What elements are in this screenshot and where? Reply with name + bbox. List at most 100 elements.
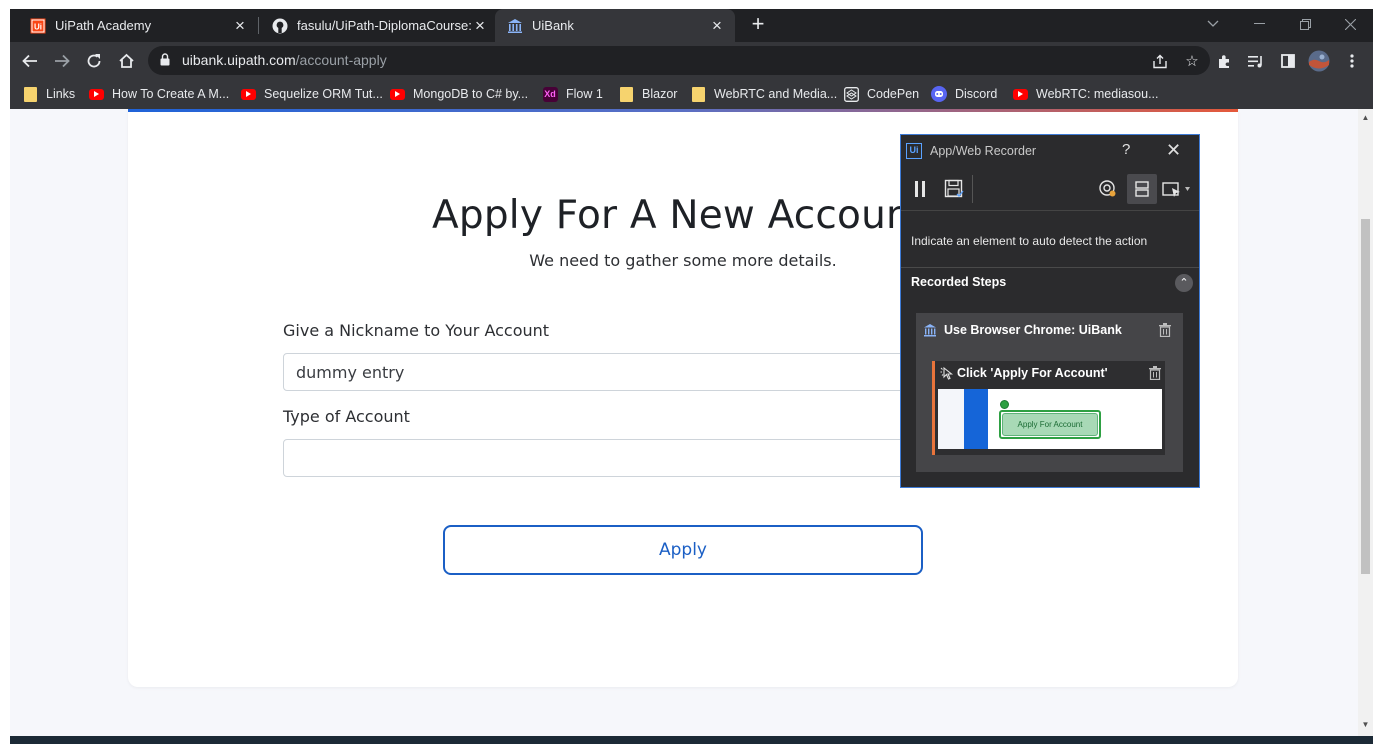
tab-title: fasulu/UiPath-DiplomaCourse: Re: [297, 18, 472, 33]
step-use-browser[interactable]: Use Browser Chrome: UiBank Click 'Apply …: [916, 313, 1183, 472]
tab-search-icon[interactable]: [1190, 9, 1236, 39]
reading-list-icon[interactable]: [1245, 50, 1267, 72]
new-tab-button[interactable]: +: [746, 13, 770, 37]
bookmark-mongodb[interactable]: MongoDB to C# by...: [389, 84, 528, 104]
url-text[interactable]: uibank.uipath.com/account-apply: [182, 52, 387, 68]
click-icon: [940, 366, 954, 385]
target-settings-icon[interactable]: [1093, 174, 1123, 204]
tab-uipath-academy[interactable]: Ui UiPath Academy ×: [18, 9, 258, 42]
home-icon[interactable]: [113, 48, 139, 74]
bookmark-label: Sequelize ORM Tut...: [264, 87, 383, 101]
bookmark-discord[interactable]: Discord: [931, 84, 997, 104]
bookmark-how-to-create[interactable]: How To Create A M...: [88, 84, 229, 104]
section-divider: [901, 267, 1199, 268]
folder-icon: [690, 86, 706, 102]
close-tab-icon[interactable]: ×: [709, 17, 725, 34]
url-host: uibank.uipath.com: [182, 52, 296, 68]
reload-icon[interactable]: [81, 48, 107, 74]
recorder-titlebar[interactable]: Ui App/Web Recorder ? ✕: [901, 135, 1199, 167]
menu-kebab-icon[interactable]: [1341, 50, 1363, 72]
bank-icon: [923, 323, 937, 342]
bookmark-star-icon[interactable]: ☆: [1182, 52, 1202, 70]
layout-toggle-icon[interactable]: [1127, 174, 1157, 204]
thumb-sidebar: [938, 389, 964, 449]
youtube-icon: [88, 86, 104, 102]
step-screenshot-thumbnail: ~~~~ ~~~ ~~~~~~~ Apply For Account: [938, 389, 1162, 449]
forward-icon[interactable]: [49, 48, 75, 74]
bookmark-label: How To Create A M...: [112, 87, 230, 101]
apply-button[interactable]: Apply: [443, 525, 923, 575]
url-path: /account-apply: [295, 52, 387, 68]
nickname-label: Give a Nickname to Your Account: [283, 321, 550, 340]
collapse-chevron-icon[interactable]: ⌃: [1175, 274, 1193, 292]
bookmark-label: WebRTC: mediasou...: [1036, 87, 1159, 101]
browser-toolbar: uibank.uipath.com/account-apply ☆: [10, 42, 1373, 79]
side-panel-icon[interactable]: [1277, 50, 1299, 72]
profile-avatar[interactable]: [1308, 50, 1330, 72]
save-icon[interactable]: [939, 174, 969, 204]
back-icon[interactable]: [17, 48, 43, 74]
bookmark-blazor[interactable]: Blazor: [618, 84, 677, 104]
tab-title: UiPath Academy: [55, 18, 152, 33]
pause-icon[interactable]: [905, 174, 935, 204]
recorder-title: App/Web Recorder: [930, 144, 1037, 158]
svg-text:Ui: Ui: [34, 22, 42, 31]
element-selector-dropdown-icon[interactable]: [1161, 174, 1195, 204]
github-icon: [272, 18, 288, 34]
bookmark-webrtc-mediasoup[interactable]: WebRTC: mediasou...: [1012, 84, 1159, 104]
discord-icon: [931, 86, 947, 102]
tab-github[interactable]: fasulu/UiPath-DiplomaCourse: Re ×: [260, 9, 498, 42]
close-window-icon[interactable]: [1327, 9, 1373, 39]
page-scrollbar[interactable]: ▲ ▼: [1358, 109, 1373, 736]
folder-icon: [618, 86, 634, 102]
thumb-apply-button: Apply For Account: [1002, 413, 1098, 436]
recorded-steps-header: Recorded Steps: [911, 275, 1007, 289]
recorder-close-icon[interactable]: ✕: [1166, 140, 1181, 161]
bookmark-sequelize[interactable]: Sequelize ORM Tut...: [240, 84, 383, 104]
bookmark-codepen[interactable]: CodePen: [843, 84, 919, 104]
help-button[interactable]: ?: [1122, 141, 1130, 158]
bookmark-flow-1[interactable]: Xd Flow 1: [542, 84, 603, 104]
bookmark-label: WebRTC and Media...: [714, 87, 838, 101]
screen: Ui UiPath Academy × fasulu/UiPath-Diplom…: [0, 0, 1382, 744]
tab-strip: Ui UiPath Academy × fasulu/UiPath-Diplom…: [10, 9, 1373, 42]
close-tab-icon[interactable]: ×: [472, 17, 488, 34]
recorder-hint: Indicate an element to auto detect the a…: [911, 234, 1148, 248]
bookmark-webrtc-media[interactable]: WebRTC and Media...: [690, 84, 837, 104]
codepen-icon: [843, 86, 859, 102]
address-bar[interactable]: uibank.uipath.com/account-apply ☆: [148, 46, 1210, 75]
bookmark-label: Links: [46, 87, 76, 101]
card-accent-bar: [128, 109, 1238, 112]
folder-icon: [22, 86, 38, 102]
step-click-apply[interactable]: Click 'Apply For Account' ~~~~ ~~~ ~~~~~…: [932, 361, 1165, 455]
thumb-cut-text: ~~~~ ~~~ ~~~~~~~: [1000, 389, 1070, 393]
page-title: Apply For A New Accoun: [432, 193, 911, 238]
delete-step-icon[interactable]: [1149, 366, 1161, 381]
bookmark-label: Flow 1: [566, 87, 603, 101]
scrollbar-thumb[interactable]: [1361, 219, 1370, 574]
scroll-down-icon[interactable]: ▼: [1358, 720, 1373, 729]
restore-icon[interactable]: [1282, 9, 1328, 39]
tab-divider: [258, 17, 259, 34]
bookmark-label: MongoDB to C# by...: [413, 87, 529, 101]
app-web-recorder-panel: Ui App/Web Recorder ? ✕ Indicate an elem…: [900, 134, 1200, 488]
tab-uibank[interactable]: UiBank ×: [495, 9, 735, 42]
bookmark-label: Discord: [955, 87, 998, 101]
tab-title: UiBank: [532, 18, 574, 33]
minimize-icon[interactable]: [1236, 9, 1282, 39]
scroll-up-icon[interactable]: ▲: [1358, 113, 1373, 122]
uipath-icon: Ui: [30, 18, 46, 34]
toolbar-divider: [972, 175, 973, 203]
delete-step-icon[interactable]: [1159, 323, 1171, 338]
bank-icon: [507, 18, 523, 34]
recorder-toolbar: [901, 169, 1199, 211]
uipath-logo-icon: Ui: [906, 143, 922, 159]
step-title: Click 'Apply For Account': [957, 366, 1108, 380]
bookmark-label: CodePen: [867, 87, 920, 101]
close-tab-icon[interactable]: ×: [232, 17, 248, 34]
lock-icon: [160, 53, 170, 71]
extensions-icon[interactable]: [1213, 50, 1235, 72]
youtube-icon: [1012, 86, 1028, 102]
share-icon[interactable]: [1150, 52, 1170, 70]
bookmark-links[interactable]: Links: [22, 84, 75, 104]
